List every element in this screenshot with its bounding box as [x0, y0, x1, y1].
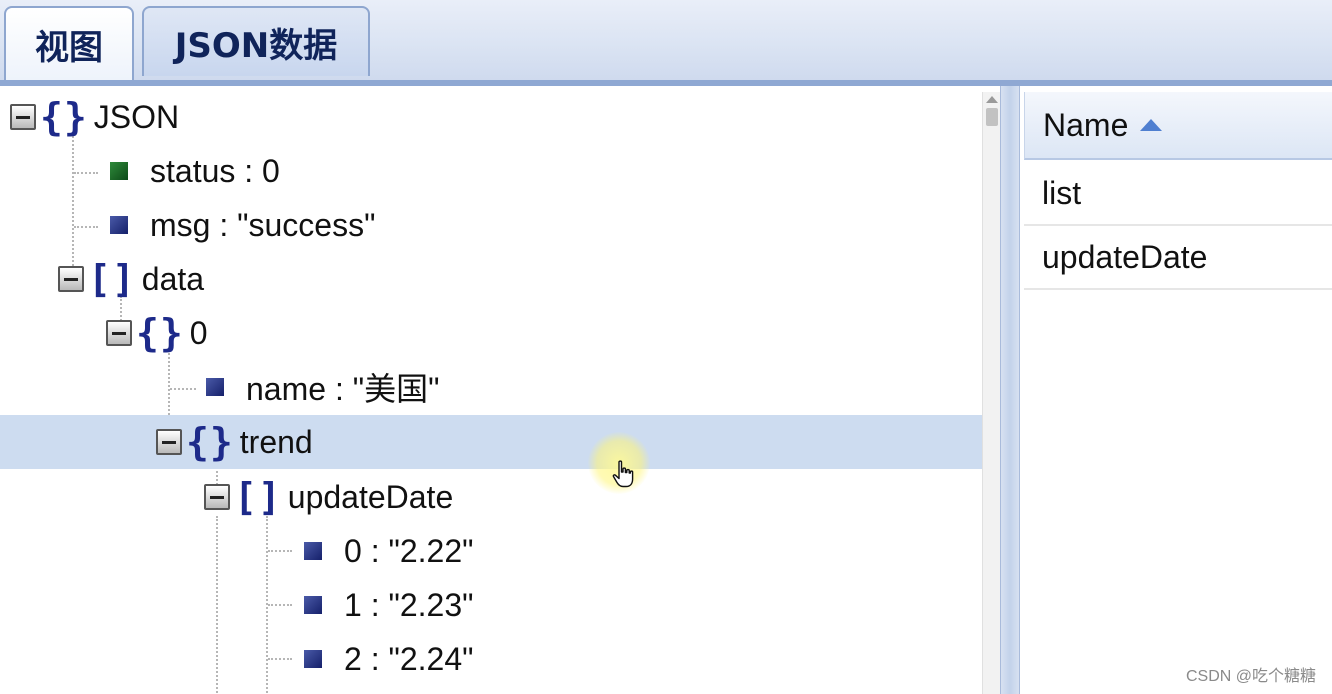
- column-header-name[interactable]: Name: [1024, 92, 1332, 160]
- tree-node-label: 2 : "2.24": [344, 640, 474, 677]
- tree-node-item-0[interactable]: {} 0: [0, 306, 982, 360]
- value-square-icon: [110, 216, 128, 234]
- tree-node-label: name : "美国": [246, 371, 440, 407]
- tree-node-name[interactable]: name : "美国": [0, 360, 982, 414]
- tree-node-data[interactable]: [] data: [0, 252, 982, 306]
- collapse-toggle-icon[interactable]: [106, 320, 132, 346]
- watermark: CSDN @吃个糖糖: [1185, 668, 1316, 685]
- tree-node-date-1[interactable]: 1 : "2.23": [0, 578, 982, 632]
- tab-json-data[interactable]: JSON数据: [142, 6, 370, 76]
- tree-node-root[interactable]: {} JSON: [0, 92, 982, 144]
- tree-node-date-0[interactable]: 0 : "2.22": [0, 524, 982, 578]
- tree-node-label: updateDate: [287, 478, 454, 515]
- collapse-toggle-icon[interactable]: [156, 429, 182, 455]
- scroll-thumb[interactable]: [986, 108, 998, 126]
- curly-braces-icon: {}: [136, 311, 184, 355]
- curly-braces-icon: {}: [186, 420, 234, 464]
- tree-node-label: JSON: [93, 98, 180, 135]
- tab-view[interactable]: 视图: [4, 6, 134, 80]
- square-brackets-icon: []: [234, 475, 282, 519]
- tree-node-status[interactable]: status : 0: [0, 144, 982, 198]
- value-square-icon: [110, 162, 128, 180]
- tree-node-label: data: [141, 260, 205, 297]
- collapse-toggle-icon[interactable]: [204, 484, 230, 510]
- properties-table: Name list updateDate: [1020, 92, 1332, 694]
- table-row[interactable]: updateDate: [1024, 226, 1332, 290]
- value-square-icon: [304, 596, 322, 614]
- tree-node-label: status : 0: [150, 152, 280, 189]
- value-square-icon: [304, 542, 322, 560]
- table-cell-name: list: [1042, 174, 1082, 211]
- scroll-up-icon[interactable]: [986, 96, 998, 103]
- tree-node-msg[interactable]: msg : "success": [0, 198, 982, 252]
- square-brackets-icon: []: [88, 257, 136, 301]
- table-cell-name: updateDate: [1042, 238, 1208, 275]
- tab-bar: 视图 JSON数据: [0, 0, 1332, 86]
- json-tree-view: {} JSON status : 0 msg : "success" [] da…: [0, 92, 982, 694]
- table-row[interactable]: list: [1024, 162, 1332, 226]
- collapse-toggle-icon[interactable]: [10, 104, 36, 130]
- value-square-icon: [304, 650, 322, 668]
- tree-scrollbar[interactable]: [982, 92, 1000, 694]
- tree-node-label: 0: [189, 314, 208, 351]
- tree-node-label: 1 : "2.23": [344, 586, 474, 623]
- collapse-toggle-icon[interactable]: [58, 266, 84, 292]
- curly-braces-icon: {}: [40, 95, 88, 139]
- tree-node-label: 0 : "2.22": [344, 532, 474, 569]
- tree-node-trend[interactable]: {} trend: [0, 415, 982, 469]
- column-header-label: Name: [1043, 106, 1129, 143]
- tree-node-label: trend: [239, 423, 313, 460]
- pane-splitter[interactable]: [1000, 86, 1020, 694]
- tree-node-updatedate[interactable]: [] updateDate: [0, 470, 982, 524]
- sort-ascending-icon: [1140, 119, 1163, 131]
- tree-node-label: msg : "success": [150, 206, 376, 243]
- tree-node-date-2[interactable]: 2 : "2.24": [0, 632, 982, 686]
- value-square-icon: [206, 378, 224, 396]
- hand-pointer-icon: [612, 460, 634, 488]
